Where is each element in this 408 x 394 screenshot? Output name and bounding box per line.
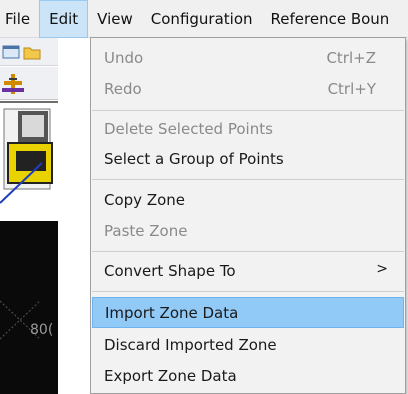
menu-item-paste-zone[interactable]: Paste Zone xyxy=(92,216,404,247)
menu-item-import-zone-data[interactable]: Import Zone Data xyxy=(92,297,404,328)
chevron-right-icon: > xyxy=(376,261,388,277)
menu-edit[interactable]: Edit xyxy=(39,0,89,38)
edit-menu-dropdown: Undo Ctrl+Z Redo Ctrl+Y Delete Selected … xyxy=(90,37,406,394)
menu-item-copy-zone[interactable]: Copy Zone xyxy=(92,185,404,216)
menu-item-delete-selected-points[interactable]: Delete Selected Points xyxy=(92,114,404,145)
canvas-dark-area[interactable] xyxy=(0,221,58,394)
menu-file[interactable]: File xyxy=(0,0,39,38)
menu-item-select-group-of-points[interactable]: Select a Group of Points xyxy=(92,144,404,175)
toolbar-icons xyxy=(2,45,41,60)
open-folder-icon[interactable] xyxy=(23,47,41,60)
menu-separator xyxy=(92,110,404,111)
toolbar-row-1 xyxy=(0,38,58,66)
app-window: File Edit View Configuration Reference B… xyxy=(0,0,408,394)
menu-configuration[interactable]: Configuration xyxy=(142,0,262,38)
toolbar-row-2 xyxy=(0,67,58,100)
menu-reference-boundary[interactable]: Reference Boun xyxy=(262,0,399,38)
menu-item-undo[interactable]: Undo Ctrl+Z xyxy=(92,43,404,74)
canvas-coordinate-label: 80( xyxy=(30,322,54,338)
canvas-preview xyxy=(0,101,58,221)
menu-item-convert-shape-to[interactable]: Convert Shape To > xyxy=(92,256,404,287)
new-document-icon[interactable] xyxy=(2,45,20,59)
menu-item-redo[interactable]: Redo Ctrl+Y xyxy=(92,74,404,105)
menu-bar: File Edit View Configuration Reference B… xyxy=(0,0,408,38)
menu-separator xyxy=(92,291,404,292)
menu-separator xyxy=(92,251,404,252)
menu-item-export-zone-data[interactable]: Export Zone Data xyxy=(92,361,404,392)
menu-view[interactable]: View xyxy=(88,0,142,38)
menu-separator xyxy=(92,179,404,180)
menu-item-discard-imported-zone[interactable]: Discard Imported Zone xyxy=(92,330,404,361)
machine-graphic-icon xyxy=(0,108,53,204)
crosshair-tool-icon[interactable] xyxy=(2,74,24,94)
